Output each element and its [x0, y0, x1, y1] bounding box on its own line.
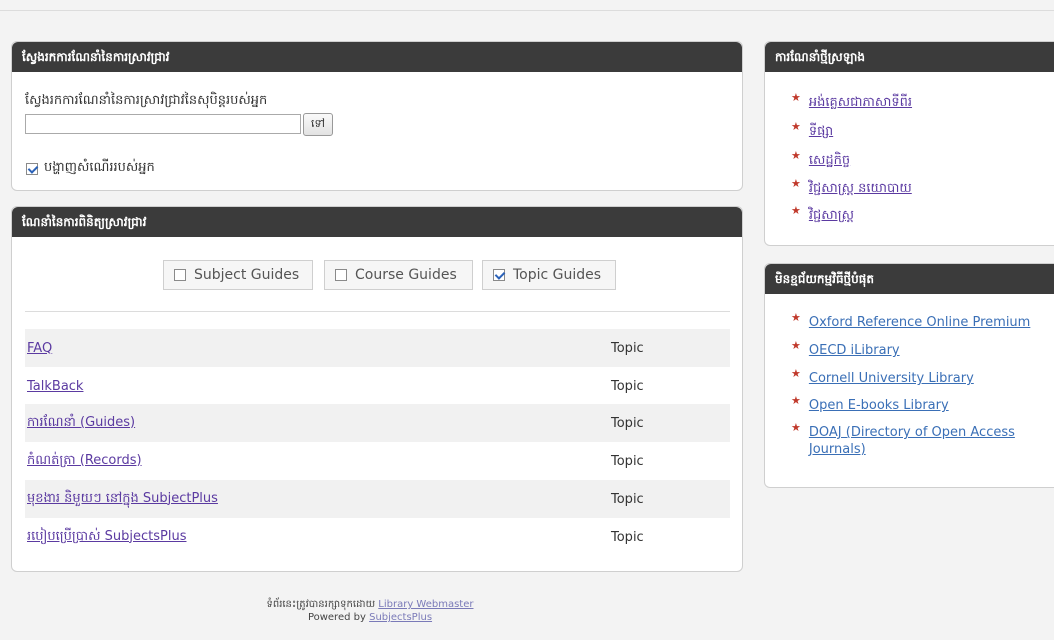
search-go-button[interactable]: ទៅ [303, 113, 333, 136]
subject-guides-checkbox[interactable] [174, 269, 186, 281]
footer-maintained-text: ទំព័រនេះត្រូវបានរក្សាទុកដោយ [266, 599, 376, 610]
list-item: ★ វិជ្ជសាស្ត្រ នយោបាយ [791, 177, 1054, 197]
guide-row: មុខងារ និមួយៗ នៅក្នុង SubjectPlus Topic [25, 480, 730, 518]
list-item: ★ Oxford Reference Online Premium [791, 311, 1054, 331]
new-guide-link[interactable]: វិជ្ជសាស្ត្រ នយោបាយ [809, 180, 912, 197]
topic-guides-checkbox[interactable] [493, 269, 505, 281]
list-item: ★ អង់គ្លេសជាភាសាទីពីរ [791, 91, 1054, 111]
new-guides-header: ការណែនាំថ្មីស្រឡាង [765, 42, 1054, 72]
list-item: ★ Cornell University Library [791, 367, 1054, 387]
database-link[interactable]: Oxford Reference Online Premium [809, 314, 1030, 331]
guide-row: ការណែនាំ (Guides) Topic [25, 404, 730, 442]
guide-type: Topic [611, 453, 644, 469]
list-item: ★ ទីផ្សា [791, 120, 1054, 140]
guide-row: កំណត់ត្រា (Records) Topic [25, 442, 730, 480]
filter-course-guides[interactable]: Course Guides [324, 260, 473, 290]
new-guide-link[interactable]: វិជ្ជសាស្ត្រ [809, 207, 854, 224]
guide-link-functions[interactable]: មុខងារ និមួយៗ នៅក្នុង SubjectPlus [25, 490, 218, 509]
search-input[interactable] [25, 114, 301, 134]
new-guide-link[interactable]: ទីផ្សា [809, 123, 833, 140]
search-guides-header: ស្វែងរកការណែនាំនៃការស្រាវជ្រាវ [12, 42, 742, 72]
star-icon: ★ [791, 339, 801, 352]
list-item: ★ សេដ្ឋកិច្ច [791, 149, 1054, 169]
topic-guides-label: Topic Guides [513, 267, 602, 283]
star-icon: ★ [791, 421, 801, 434]
database-link[interactable]: OECD iLibrary [809, 342, 900, 359]
star-icon: ★ [791, 149, 801, 162]
guide-type: Topic [611, 529, 644, 545]
show-history-label: បង្ហាញសំណើររបស់អ្នក [44, 160, 155, 175]
course-guides-label: Course Guides [355, 267, 457, 283]
star-icon: ★ [791, 91, 801, 104]
search-guides-label: ស្វែងរកការណែនាំនៃការស្រាវជ្រាវនៃសុបិន្តរ… [25, 93, 268, 108]
guide-type: Topic [611, 340, 644, 356]
guide-link-guides[interactable]: ការណែនាំ (Guides) [25, 414, 135, 433]
database-link[interactable]: DOAJ (Directory of Open Access Journals) [809, 424, 1054, 458]
top-divider [0, 10, 1054, 11]
database-link[interactable]: Cornell University Library [809, 370, 974, 387]
subject-guides-label: Subject Guides [194, 267, 300, 283]
show-history-checkbox[interactable] [26, 162, 38, 175]
search-guides-panel: ស្វែងរកការណែនាំនៃការស្រាវជ្រាវ ស្វែងរកកា… [11, 41, 743, 191]
guide-link-records[interactable]: កំណត់ត្រា (Records) [25, 452, 142, 471]
filter-topic-guides[interactable]: Topic Guides [482, 260, 616, 290]
list-item: ★ OECD iLibrary [791, 339, 1054, 359]
star-icon: ★ [791, 204, 801, 217]
star-icon: ★ [791, 120, 801, 133]
subjectsplus-link[interactable]: SubjectsPlus [369, 612, 432, 623]
guide-link-howto[interactable]: របៀបប្រើប្រាស់ SubjectsPlus [25, 528, 186, 547]
guide-type: Topic [611, 415, 644, 431]
star-icon: ★ [791, 394, 801, 407]
guides-divider [25, 311, 730, 312]
filter-subject-guides[interactable]: Subject Guides [163, 260, 313, 290]
guide-type: Topic [611, 378, 644, 394]
new-guide-link[interactable]: សេដ្ឋកិច្ច [809, 152, 850, 169]
star-icon: ★ [791, 177, 801, 190]
guide-link-talkback[interactable]: TalkBack [25, 379, 83, 394]
guide-link-faq[interactable]: FAQ [25, 341, 52, 356]
list-item: ★ DOAJ (Directory of Open Access Journal… [791, 421, 1054, 458]
guide-type: Topic [611, 491, 644, 507]
footer-maintained: ទំព័រនេះត្រូវបានរក្សាទុកដោយ Library Webm… [0, 597, 720, 612]
list-item: ★ Open E-books Library [791, 394, 1054, 414]
webmaster-link[interactable]: Library Webmaster [378, 599, 473, 610]
browse-guides-header: ណែនាំនៃការពិនិត្យស្រាវជ្រាវ [12, 207, 742, 237]
new-databases-panel: មិនខ្មជ័យកម្មវិធីថ្មីបំផុត ★ Oxford Refe… [764, 263, 1054, 488]
new-guides-panel: ការណែនាំថ្មីស្រឡាង ★ អង់គ្លេសជាភាសាទីពីរ… [764, 41, 1054, 246]
show-history-option[interactable]: បង្ហាញសំណើររបស់អ្នក [26, 159, 155, 178]
new-databases-header: មិនខ្មជ័យកម្មវិធីថ្មីបំផុត [765, 264, 1054, 294]
footer-powered-text: Powered by [307, 612, 366, 623]
database-link[interactable]: Open E-books Library [809, 397, 949, 414]
guide-row: FAQ Topic [25, 329, 730, 367]
course-guides-checkbox[interactable] [335, 269, 347, 281]
guide-row: របៀបប្រើប្រាស់ SubjectsPlus Topic [25, 518, 730, 556]
star-icon: ★ [791, 367, 801, 380]
guide-row: TalkBack Topic [25, 367, 730, 405]
new-guide-link[interactable]: អង់គ្លេសជាភាសាទីពីរ [809, 94, 912, 111]
footer-powered: Powered by SubjectsPlus [0, 612, 720, 623]
star-icon: ★ [791, 311, 801, 324]
list-item: ★ វិជ្ជសាស្ត្រ [791, 204, 1054, 224]
